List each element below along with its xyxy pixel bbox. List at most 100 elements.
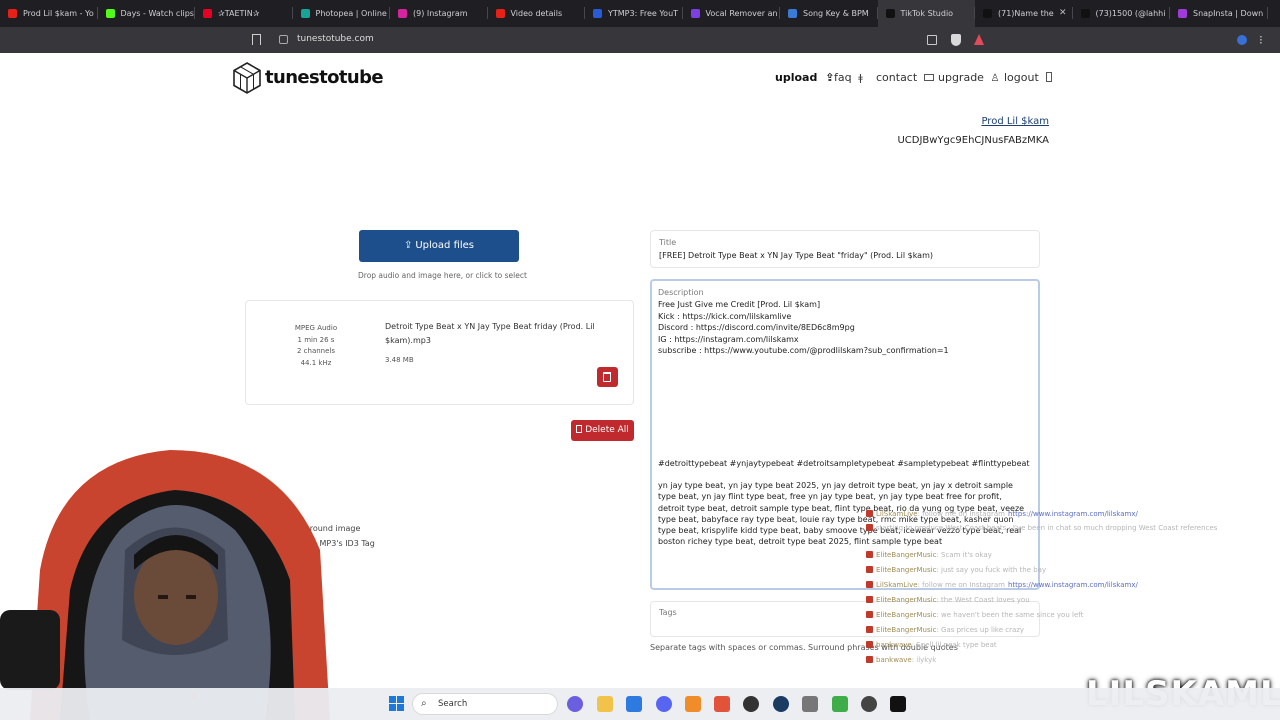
nav-faq[interactable]: faq ǂ	[834, 71, 863, 84]
chat-badge-icon	[866, 581, 873, 588]
tab-title: Photopea | Online	[315, 9, 387, 18]
chat-username: LilSkamLive	[876, 581, 918, 589]
fl-studio-icon[interactable]	[685, 696, 701, 712]
upload-hint: Drop audio and image here, or click to s…	[358, 271, 527, 280]
share-icon[interactable]	[927, 35, 937, 45]
menu-icon[interactable]: ⁝	[1259, 33, 1267, 47]
browser-tab[interactable]: Song Key & BPM	[780, 0, 878, 27]
door-icon	[1046, 72, 1053, 82]
capcut-icon[interactable]	[890, 696, 906, 712]
tab-favicon-icon	[8, 9, 17, 18]
brave-shield-icon[interactable]	[951, 34, 961, 46]
title-field[interactable]: Title [FREE] Detroit Type Beat x YN Jay …	[650, 230, 1040, 268]
description-hashtags: #detroittypebeat #ynjaytypebeat #detroit…	[658, 459, 1030, 468]
browser-toolbar: tunestotube.com ⁝	[0, 27, 1280, 53]
chat-badge-icon	[866, 611, 873, 618]
description-line: IG : https://instagram.com/lilskamx	[658, 334, 799, 344]
file-explorer-icon[interactable]	[597, 696, 613, 712]
question-icon: ǂ	[858, 73, 863, 84]
description-links: Free Just Give me Credit [Prod. Lil $kam…	[658, 299, 949, 357]
delete-file-button[interactable]	[597, 367, 618, 387]
chat-text: : Gas prices up like crazy	[936, 626, 1025, 634]
tab-separator	[1266, 7, 1268, 19]
nav-upload[interactable]: upload ⇪	[775, 71, 834, 84]
tags-label: Tags	[659, 608, 677, 617]
browser-tab[interactable]: (73)1500 (@lahhi	[1073, 0, 1170, 27]
tab-title: Vocal Remover an	[705, 9, 778, 18]
obs-icon[interactable]	[743, 696, 759, 712]
discord-icon[interactable]	[656, 696, 672, 712]
address-bar[interactable]: tunestotube.com	[297, 34, 374, 44]
nav-logout[interactable]: logout	[1004, 71, 1053, 84]
description-line: subscribe : https://www.youtube.com/@pro…	[658, 346, 949, 355]
tab-close-icon[interactable]: ✕	[1059, 8, 1067, 18]
brave-rewards-icon[interactable]	[974, 34, 984, 45]
tab-title: ✰TAETIN✰	[218, 9, 260, 18]
browser-tab[interactable]: YTMP3: Free YouT	[585, 0, 683, 27]
browser-tab[interactable]: TikTok Studio	[877, 0, 975, 27]
tab-title: Video details	[510, 9, 563, 18]
start-button[interactable]	[389, 696, 405, 712]
chat-username: LilSkamLive	[876, 510, 918, 518]
steam-icon[interactable]	[773, 696, 789, 712]
browser-tab[interactable]: (9) Instagram	[390, 0, 488, 27]
tab-favicon-icon	[690, 9, 700, 18]
browser-tab[interactable]: Prod Lil $kam - Yo	[0, 0, 98, 27]
app-icon[interactable]	[802, 696, 818, 712]
upload-arrow-icon: ⇪	[403, 240, 413, 251]
chat-link: https://www.instagram.com/lilskamx/	[1007, 581, 1138, 589]
chat-text: : the West Coast loves you	[936, 596, 1030, 604]
description-line: Discord : https://discord.com/invite/8ED…	[658, 323, 855, 332]
browser-tab[interactable]: Vocal Remover an	[683, 0, 780, 27]
copilot-icon[interactable]	[567, 696, 583, 712]
bookmark-icon[interactable]	[252, 34, 261, 45]
chat-badge-icon	[866, 566, 873, 573]
file-name: Detroit Type Beat x YN Jay Type Beat fri…	[385, 322, 595, 345]
file-card: MPEG Audio 1 min 26 s 2 channels 44.1 kH…	[245, 300, 634, 405]
webcam-overlay: ♦	[0, 450, 330, 720]
chat-username: bankwave	[876, 656, 912, 664]
envelope-icon	[923, 74, 934, 81]
app-icon[interactable]	[832, 696, 848, 712]
vpn-icon[interactable]	[1237, 35, 1247, 45]
store-icon[interactable]	[626, 696, 642, 712]
chat-badge-icon	[866, 524, 873, 531]
app-icon[interactable]	[861, 696, 877, 712]
chat-message: LilSkamLive: follow me on Instagram https…	[866, 581, 1138, 589]
delete-all-button[interactable]: Delete All	[571, 420, 634, 441]
tab-favicon-icon	[885, 9, 895, 18]
tab-favicon-icon	[495, 9, 505, 18]
chat-message: EliteBangerMusic: the West Coast loves y…	[866, 596, 1030, 604]
chat-username: EliteBangerMusic	[876, 551, 937, 559]
chat-message: EliteBangerMusic: just say you fuck with…	[866, 566, 1046, 574]
title-input[interactable]: [FREE] Detroit Type Beat x YN Jay Type B…	[659, 251, 933, 260]
tab-title: (71)Name the	[998, 9, 1054, 18]
chat-text: : just say you fuck with the bay	[936, 566, 1047, 574]
chat-badge-icon	[866, 510, 873, 517]
browser-tab[interactable]: Video details	[488, 0, 585, 27]
nav-upgrade[interactable]: upgrade ♙	[938, 71, 999, 84]
browser-tab[interactable]: (71)Name the ✕	[975, 0, 1073, 27]
tab-favicon-icon	[593, 9, 602, 18]
channel-name-link[interactable]: Prod Lil $kam	[981, 116, 1049, 127]
chat-text: : we haven't been the same since you lef…	[936, 611, 1084, 619]
tab-favicon-icon	[983, 9, 992, 18]
chat-badge-icon	[866, 626, 873, 633]
browser-tab[interactable]: SnapInsta | Down	[1170, 0, 1268, 27]
description-field[interactable]: Description Free Just Give me Credit [Pr…	[650, 279, 1040, 590]
browser-tab[interactable]: Photopea | Online	[293, 0, 390, 27]
file-meta: MPEG Audio 1 min 26 s 2 channels 44.1 kH…	[294, 324, 338, 367]
brave-icon[interactable]	[714, 696, 730, 712]
browser-tab[interactable]: Days - Watch clips	[98, 0, 195, 27]
site-info-icon[interactable]	[279, 35, 288, 44]
search-icon: ⌕	[421, 698, 427, 709]
windows-taskbar: ⌕ Search	[0, 688, 1280, 720]
chat-link: https://www.instagram.com/lilskamx/	[1007, 510, 1138, 518]
tab-favicon-icon	[788, 9, 797, 18]
nav-contact[interactable]: contact	[876, 71, 934, 84]
description-line: Free Just Give me Credit [Prod. Lil $kam…	[658, 300, 821, 309]
upload-files-button[interactable]: ⇪ Upload files	[359, 230, 519, 262]
browser-tab[interactable]: ✰TAETIN✰	[195, 0, 293, 27]
chat-text: : Scam it's okay	[936, 551, 992, 559]
taskbar-search[interactable]: ⌕ Search	[412, 693, 558, 715]
